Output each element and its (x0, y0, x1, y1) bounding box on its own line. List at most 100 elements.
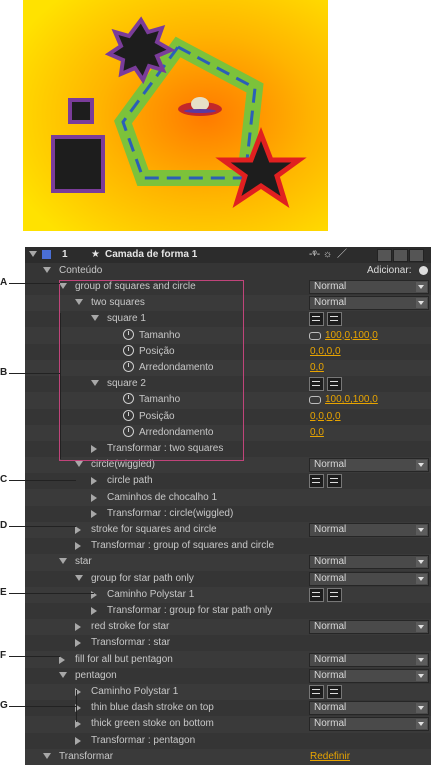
property-value[interactable]: 0,0,0,0 (310, 346, 341, 358)
property-row[interactable]: red stroke for star Normal (25, 619, 431, 635)
property-row[interactable]: star Normal (25, 554, 431, 570)
expand-right-icon[interactable] (91, 607, 97, 615)
blend-mode-select[interactable]: Normal (309, 571, 429, 586)
path-direction-icon[interactable] (309, 312, 324, 327)
property-row[interactable]: pentagon Normal (25, 667, 431, 684)
dropdown-arrow-icon[interactable] (416, 703, 427, 714)
property-row[interactable]: Caminhos de chocalho 1 (25, 490, 431, 506)
blend-mode-select[interactable]: Normal (309, 458, 429, 473)
property-row[interactable]: thick green stoke on bottom Normal (25, 716, 431, 732)
blend-mode-select[interactable]: Normal (309, 280, 429, 294)
expand-right-icon[interactable] (75, 623, 81, 632)
blend-mode-value: Normal (314, 281, 347, 292)
contents-expand-icon[interactable] (43, 267, 51, 273)
expand-right-icon[interactable] (91, 509, 97, 518)
dropdown-arrow-icon[interactable] (416, 654, 427, 665)
property-row[interactable]: thin blue dash stroke on top Normal (25, 700, 431, 717)
constrain-proportions-icon[interactable] (309, 331, 321, 340)
add-menu-icon[interactable] (419, 266, 428, 275)
path-direction-icon[interactable] (309, 685, 324, 699)
property-label: Transformar (59, 750, 114, 762)
property-row[interactable]: Transformar : circle(wiggled) (25, 505, 431, 522)
blend-mode-select[interactable]: Normal (309, 701, 429, 716)
layer-expand-icon[interactable] (29, 251, 37, 257)
blend-mode-select[interactable]: Normal (309, 620, 429, 635)
callout-leader-line (9, 480, 76, 481)
blend-mode-value: Normal (314, 297, 347, 309)
blend-mode-select[interactable]: Normal (309, 652, 429, 667)
property-value[interactable]: 100,0,100,0 (325, 394, 378, 406)
path-direction-icon[interactable] (309, 587, 324, 602)
property-row[interactable]: Transformar : group of squares and circl… (25, 538, 431, 555)
blend-mode-select[interactable]: Normal (309, 296, 429, 311)
reset-link[interactable]: Redefinir (310, 751, 350, 763)
blend-mode-select[interactable]: Normal (309, 717, 429, 732)
expand-right-icon[interactable] (75, 542, 81, 551)
property-row[interactable]: group for star path only Normal (25, 570, 431, 587)
dropdown-arrow-icon[interactable] (416, 460, 427, 471)
path-direction-icon[interactable] (309, 377, 324, 392)
property-row[interactable]: Caminho Polystar 1 (25, 684, 431, 700)
property-value[interactable]: 100,0,100,0 (325, 330, 378, 342)
expand-right-icon[interactable] (75, 526, 81, 534)
property-row[interactable]: Transformar : pentagon (25, 732, 431, 749)
property-row[interactable]: Transformar Redefinir (25, 749, 431, 765)
layer-label-color[interactable] (42, 250, 51, 259)
property-row[interactable]: Transformar : star (25, 635, 431, 652)
property-row[interactable]: circle path (25, 473, 431, 490)
dropdown-arrow-icon[interactable] (416, 298, 427, 309)
expand-down-icon[interactable] (75, 461, 83, 468)
expand-down-icon[interactable] (75, 574, 83, 581)
blend-mode-select[interactable]: Normal (309, 555, 429, 570)
path-reverse-icon[interactable] (327, 685, 342, 699)
star-icon: ★ (91, 249, 100, 260)
path-reverse-icon[interactable] (327, 587, 342, 602)
dropdown-arrow-icon[interactable] (416, 622, 427, 633)
layer-header-row[interactable]: 1 ★ Camada de forma 1 -ᵠ- ☼ ／ (25, 247, 431, 263)
property-label: Transformar : group of squares and circl… (91, 540, 275, 552)
dropdown-arrow-icon[interactable] (416, 573, 427, 584)
callout-letter: F (0, 650, 7, 661)
switch-box-2[interactable] (393, 249, 408, 262)
layer-name[interactable]: Camada de forma 1 (105, 249, 197, 261)
path-direction-icon[interactable] (309, 474, 324, 489)
blend-mode-value: Normal (314, 702, 347, 714)
expand-down-icon[interactable] (59, 671, 67, 678)
dropdown-arrow-icon[interactable] (416, 557, 427, 568)
property-row[interactable]: stroke for squares and circle Normal (25, 522, 431, 538)
switch-box-1[interactable] (377, 249, 392, 262)
switch-box-3[interactable] (409, 249, 424, 262)
blend-mode-select[interactable]: Normal (309, 523, 429, 537)
dropdown-arrow-icon[interactable] (416, 282, 427, 292)
expand-right-icon[interactable] (75, 639, 81, 648)
property-row[interactable]: fill for all but pentagon Normal (25, 652, 431, 668)
callout-letter: G (0, 700, 8, 711)
property-label: Caminho Polystar 1 (107, 588, 195, 600)
expand-down-icon[interactable] (43, 752, 51, 759)
expand-right-icon[interactable] (91, 493, 97, 502)
path-reverse-icon[interactable] (327, 474, 342, 489)
property-value[interactable]: 0,0 (310, 362, 324, 374)
expand-right-icon[interactable] (91, 590, 97, 599)
quality-switch-icon[interactable]: ／ (337, 249, 347, 261)
path-reverse-icon[interactable] (327, 377, 342, 392)
blend-mode-select[interactable]: Normal (309, 668, 429, 683)
property-label: thin blue dash stroke on top (91, 702, 214, 714)
expand-down-icon[interactable] (59, 558, 67, 565)
expand-right-icon[interactable] (91, 477, 97, 486)
add-label[interactable]: Adicionar: (367, 265, 411, 277)
dropdown-arrow-icon[interactable] (416, 719, 427, 730)
dropdown-arrow-icon[interactable] (416, 670, 427, 681)
dropdown-arrow-icon[interactable] (416, 525, 427, 535)
collapse-switch-icon[interactable]: ☼ (323, 249, 332, 261)
property-value[interactable]: 0,0 (310, 427, 324, 439)
path-reverse-icon[interactable] (327, 312, 342, 327)
shy-switch-icon[interactable]: -ᵠ- (309, 249, 320, 261)
property-row[interactable]: Transformar : group for star path only (25, 603, 431, 619)
property-row[interactable]: Caminho Polystar 1 (25, 587, 431, 603)
expand-right-icon[interactable] (75, 736, 81, 745)
contents-row[interactable]: Conteúdo Adicionar: (25, 263, 431, 279)
property-value[interactable]: 0,0,0,0 (310, 411, 341, 423)
constrain-proportions-icon[interactable] (309, 396, 321, 405)
group-highlight-box (59, 280, 244, 461)
